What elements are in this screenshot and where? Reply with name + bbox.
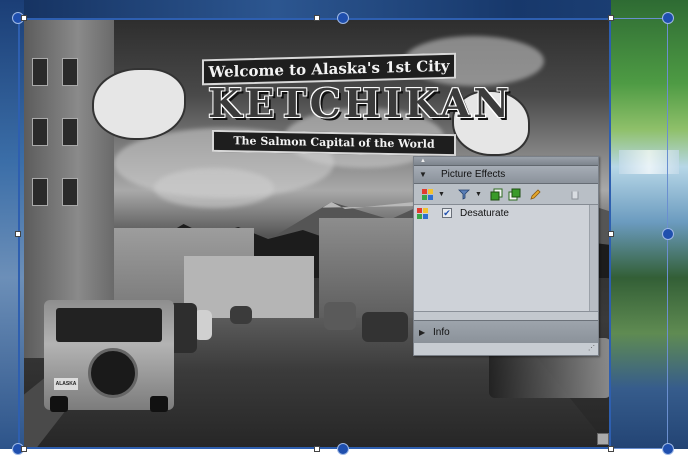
effect-type-icon [417,207,428,219]
crop-handle-bottom-middle[interactable] [314,446,320,452]
crop-handle-middle-left[interactable] [15,231,21,237]
handle-bottom-right[interactable] [662,443,674,455]
filter-dropdown-icon[interactable]: ▼ [474,186,483,202]
effects-dropdown-icon[interactable]: ▼ [437,186,446,202]
info-section-header[interactable]: ▶ Info [414,320,598,343]
panel-header[interactable]: ▼ Picture Effects [414,166,598,184]
collapse-arrow-icon[interactable]: ▲ [420,158,426,164]
pencil-icon[interactable] [527,186,543,202]
crop-handle-top-left[interactable] [21,15,27,21]
layer-backward-icon[interactable] [506,186,522,202]
info-label: Info [433,326,450,338]
layer-forward-icon[interactable] [488,186,504,202]
effect-row-desaturate[interactable]: ✔ Desaturate [414,205,598,221]
disclosure-triangle-icon[interactable]: ▼ [419,170,427,179]
effects-list-scrollbar[interactable] [589,205,598,311]
trash-icon[interactable] [567,186,583,202]
panel-resize-icon[interactable]: ⋰ [588,345,596,353]
crop-handle-top-right[interactable] [608,15,614,21]
panel-drag-handle[interactable]: ▲ [414,157,598,166]
handle-bottom-middle[interactable] [337,443,349,455]
disclosure-triangle-icon[interactable]: ▶ [419,328,427,337]
funnel-icon[interactable] [456,186,472,202]
effect-enabled-checkbox[interactable]: ✔ [442,208,452,218]
panel-toolbar: ▼ ▼ [414,184,598,205]
panel-title: Picture Effects [441,169,506,180]
crop-handle-bottom-left[interactable] [21,446,27,452]
effects-list: ✔ Desaturate [414,205,598,312]
effect-name: Desaturate [460,207,509,219]
effects-grid-icon[interactable] [419,186,435,202]
resize-grip-icon[interactable] [597,433,609,445]
crop-handle-middle-right[interactable] [608,231,614,237]
handle-middle-right[interactable] [662,228,674,240]
picture-effects-panel: ▲ ▼ Picture Effects ▼ ▼ ✔ Desaturate ▶ I… [413,156,599,356]
crop-handle-bottom-right[interactable] [608,446,614,452]
crop-handle-top-middle[interactable] [314,15,320,21]
canvas: ALASKA Welcome to Alaska's 1st City KETC… [0,0,688,463]
handle-top-right[interactable] [662,12,674,24]
handle-top-middle[interactable] [337,12,349,24]
